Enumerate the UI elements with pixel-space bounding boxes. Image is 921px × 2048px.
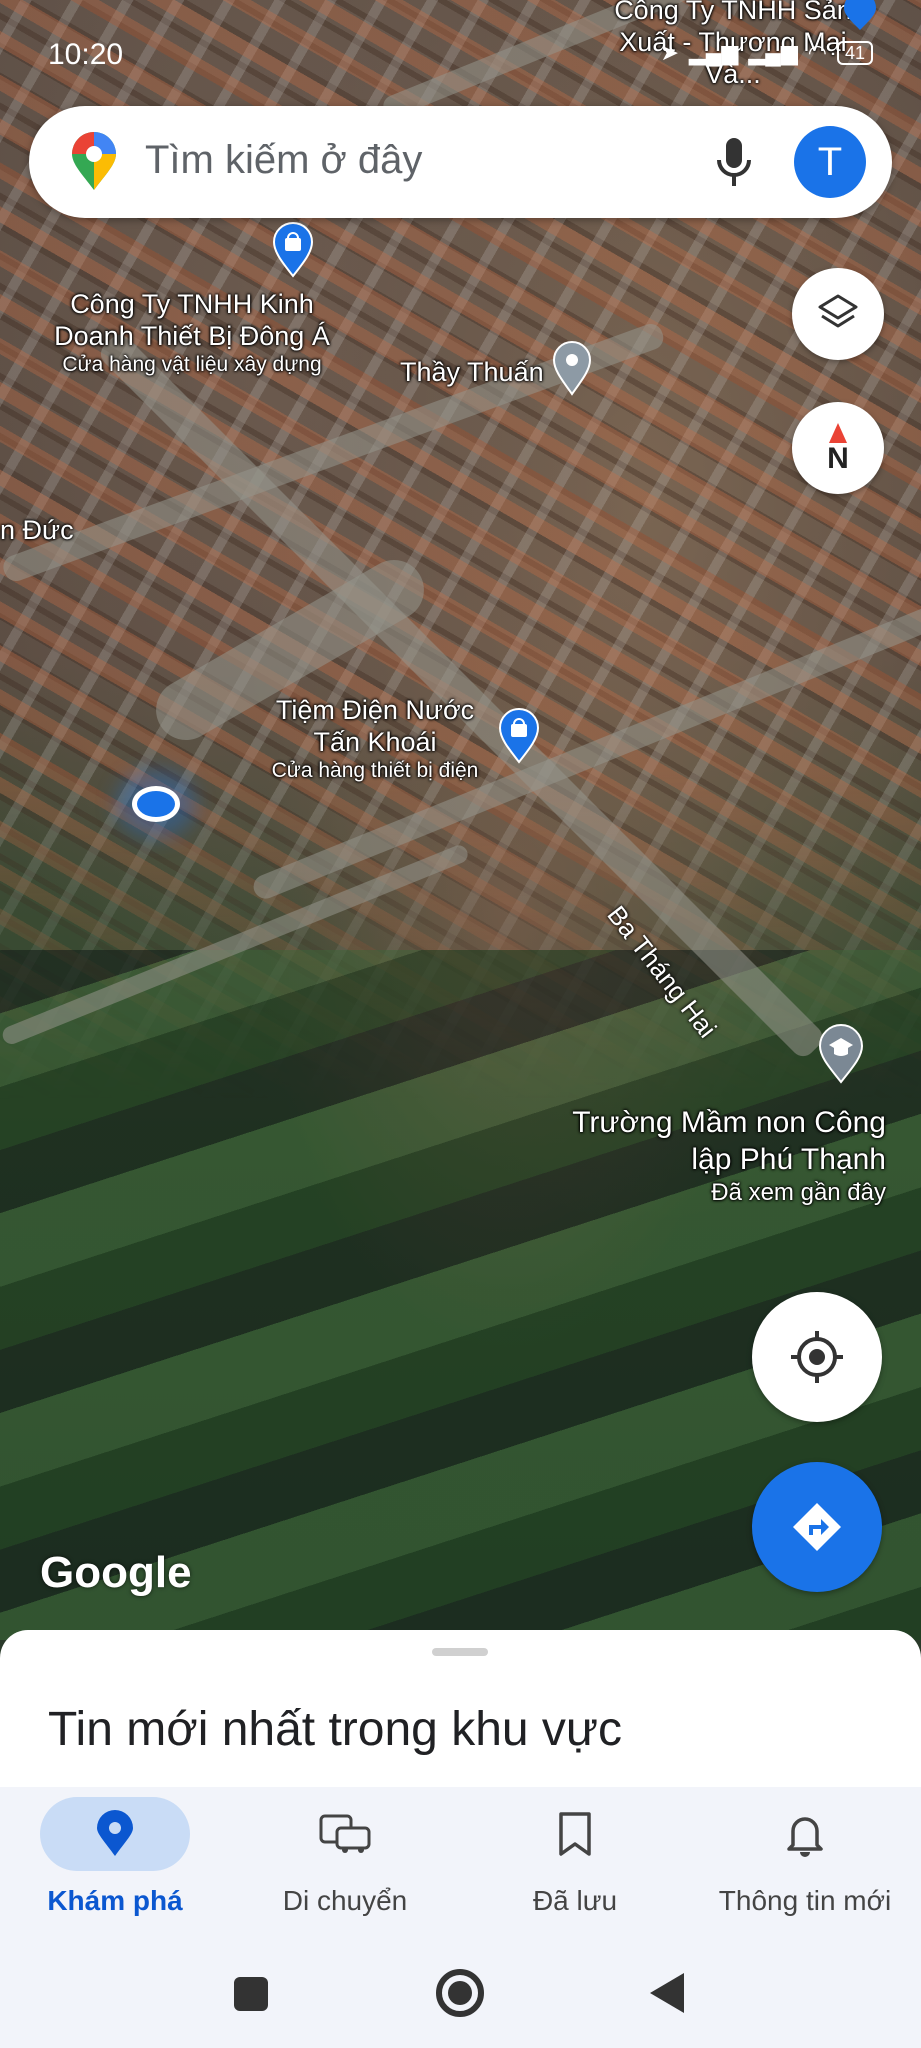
place-label[interactable]: n Đức: [0, 514, 74, 546]
signal-icon: ▂▄▆: [688, 40, 739, 65]
layers-button[interactable]: [792, 268, 884, 360]
place-label[interactable]: Trường Mầm non Công lập Phú Thạnh Đã xem…: [566, 1104, 886, 1208]
bottom-sheet[interactable]: Tin mới nhất trong khu vực: [0, 1630, 921, 1790]
place-label[interactable]: Công Ty TNHH Kinh Doanh Thiết Bị Đông Á …: [52, 288, 332, 378]
place-name: Tiệm Điện Nước Tấn Khoái: [275, 695, 475, 757]
nav-label: Thông tin mới: [718, 1885, 892, 1916]
search-bar[interactable]: Tìm kiếm ở đây T: [29, 106, 892, 218]
crosshair-icon: [791, 1331, 843, 1383]
location-pin-icon: [97, 1810, 133, 1856]
place-category: Cửa hàng vật liệu xây dựng: [62, 353, 322, 376]
sheet-title: Tin mới nhất trong khu vực: [48, 1703, 623, 1756]
my-location-button[interactable]: [752, 1292, 882, 1422]
microphone-icon[interactable]: [714, 136, 754, 188]
home-button[interactable]: [436, 1969, 484, 2017]
school-marker-icon[interactable]: [818, 1024, 864, 1084]
bottom-navigation: Khám phá Di chuyển Đã lưu Thông tin mới: [0, 1787, 921, 1947]
signal-icon: ▂▄▆: [748, 40, 798, 65]
place-name: n Đức: [0, 515, 74, 545]
compass-needle-icon: [829, 423, 847, 443]
status-time: 10:20: [48, 38, 124, 71]
directions-icon: [793, 1503, 841, 1551]
directions-button[interactable]: [752, 1462, 882, 1592]
shopping-bag-marker-icon[interactable]: [842, 0, 878, 32]
shopping-bag-marker-icon[interactable]: [272, 222, 314, 278]
status-icons: ➤ ▂▄▆ ▂▄▆ ◠ 41: [660, 40, 873, 66]
commute-icon: [319, 1814, 371, 1853]
system-navigation-bar: [0, 1947, 921, 2048]
nav-label: Di chuyển: [282, 1885, 408, 1916]
nav-icon-container: [270, 1797, 420, 1871]
search-input[interactable]: Tìm kiếm ở đây: [145, 138, 422, 183]
nav-tab-explore[interactable]: Khám phá: [0, 1787, 230, 1947]
nav-icon-container: [500, 1797, 650, 1871]
status-bar: 10:20 ➤ ▂▄▆ ▂▄▆ ◠ 41: [48, 30, 873, 71]
nav-tab-saved[interactable]: Đã lưu: [460, 1787, 690, 1947]
shopping-bag-marker-icon[interactable]: [498, 708, 540, 764]
place-marker-icon[interactable]: [552, 340, 592, 396]
compass-label: N: [827, 442, 849, 475]
place-label[interactable]: Tiệm Điện Nước Tấn Khoái Cửa hàng thiết …: [250, 694, 500, 784]
place-name: Thầy Thuấn: [400, 357, 544, 387]
nav-icon-container: [40, 1797, 190, 1871]
place-name: Trường Mầm non Công lập Phú Thạnh: [572, 1106, 886, 1176]
google-maps-logo-icon: [72, 132, 116, 190]
place-label[interactable]: Thầy Thuấn: [400, 356, 544, 388]
nav-label: Đã lưu: [532, 1885, 618, 1916]
sheet-drag-handle[interactable]: [432, 1648, 488, 1656]
battery-icon: 41: [836, 41, 873, 65]
back-button[interactable]: [650, 1973, 684, 2013]
bookmark-icon: [559, 1812, 591, 1856]
current-location-dot: [132, 786, 180, 822]
bell-icon: [787, 1817, 823, 1857]
location-arrow-icon: ➤: [660, 40, 679, 65]
place-name: Công Ty TNHH Kinh Doanh Thiết Bị Đông Á: [54, 289, 330, 351]
recent-apps-button[interactable]: [234, 1977, 268, 2011]
google-attribution: Google: [40, 1548, 192, 1597]
compass-button[interactable]: N: [792, 402, 884, 494]
place-category: Cửa hàng thiết bị điện: [271, 759, 479, 782]
nav-icon-container: [730, 1797, 880, 1871]
layers-icon: [818, 294, 858, 328]
nav-label: Khám phá: [47, 1885, 183, 1916]
account-avatar[interactable]: T: [794, 126, 866, 198]
nav-tab-updates[interactable]: Thông tin mới: [690, 1787, 920, 1947]
wifi-icon: ◠: [807, 40, 827, 65]
nav-tab-commute[interactable]: Di chuyển: [230, 1787, 460, 1947]
place-category: Đã xem gần đây: [711, 1179, 886, 1206]
